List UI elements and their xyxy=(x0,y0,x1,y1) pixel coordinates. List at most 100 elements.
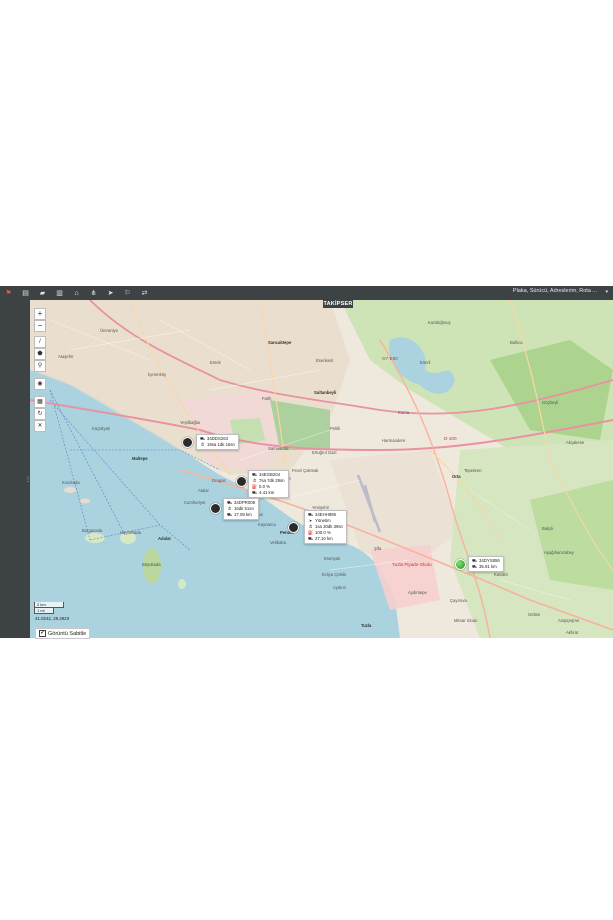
vehicle-popup[interactable]: ⛟ 34EHH985 ➤ Yönetim ⏱ 1sa 30dk 39sn ⛽ 100.0… xyxy=(304,510,347,544)
place-label: Aydıntepe xyxy=(408,590,427,595)
vehicle-marker[interactable] xyxy=(182,437,193,448)
draw-marker-button[interactable]: ⚲ xyxy=(34,360,46,372)
navigation-icon[interactable]: ➤ xyxy=(104,286,117,300)
place-label: Kurtdoğmuş xyxy=(428,320,451,325)
place-label: Aydınlı xyxy=(333,585,346,590)
place-label: Fatih xyxy=(262,396,272,401)
place-label: Ertuğrul Gazi xyxy=(312,450,337,455)
place-label: Yeşilbağlar xyxy=(180,420,201,425)
place-label: Kınalıada xyxy=(62,480,80,485)
clock-icon: ⏱ xyxy=(200,442,205,447)
place-label: Büyükada xyxy=(142,562,161,567)
truck-icon: ⛟ xyxy=(308,536,314,541)
vehicle-stat: 35.91 km xyxy=(479,564,497,569)
place-label: Burgazada xyxy=(82,528,103,533)
tracking-app: ⚑ ▤ ▰ ▥ ⌂ ⋔ ➤ ⚐ ⇄ Plaka, Sürücü, Adresle… xyxy=(0,286,613,638)
place-label: Tuzla xyxy=(361,623,372,628)
chevron-down-icon[interactable]: ▾ xyxy=(605,289,608,295)
map-canvas[interactable]: Kartal Maltepe Sancaktepe Sultanbeyli Pe… xyxy=(30,300,613,638)
truck-icon: ⛟ xyxy=(252,490,258,495)
vehicle-marker[interactable] xyxy=(455,559,466,570)
vehicle-popup[interactable]: ⛟ 34DPR008 ⏱ 16dk 51sn ⛟ 17.09 km xyxy=(223,498,260,520)
place-label: Tepeören xyxy=(464,468,482,473)
place-label: Tuzla Piyade Okulu xyxy=(392,562,432,567)
place-label: Emek xyxy=(210,360,221,365)
place-label: İçerenköy xyxy=(148,372,167,377)
road-shield-label: D-100 xyxy=(444,436,457,441)
locate-button[interactable]: ◉ xyxy=(34,378,46,390)
place-label: Heybeliada xyxy=(120,530,141,535)
graduation-cap-icon[interactable]: ⌂ xyxy=(70,286,83,300)
place-label: Velibaba xyxy=(270,540,287,545)
place-label: Esenkent xyxy=(316,358,334,363)
vehicle-stat: 27.10 km xyxy=(315,536,333,541)
sticky-view-label: Görüntü Sabitle xyxy=(48,630,87,637)
road-shield-label: O7-E80 xyxy=(382,356,398,361)
place-label: Kavaklı xyxy=(494,572,508,577)
network-icon[interactable]: ⋔ xyxy=(87,286,100,300)
place-label: Şifa xyxy=(374,546,382,551)
vehicle-popup[interactable]: ⛟ 34DDS263 ⏱ 19sa 1dk 16sn xyxy=(196,434,239,450)
place-label: Gebze xyxy=(528,612,541,617)
place-label: Akçakese xyxy=(566,440,585,445)
place-label: Atalar xyxy=(198,488,209,493)
place-label: Çayırova xyxy=(450,598,467,603)
place-label: Akfırat xyxy=(566,630,579,635)
place-label: Balçık xyxy=(542,526,554,531)
place-label: Ataşehir xyxy=(58,354,74,359)
place-label: Adalar xyxy=(158,536,172,541)
place-label: Kaynarca xyxy=(258,522,276,527)
folder-icon[interactable]: ▰ xyxy=(36,286,49,300)
place-label: Kurna xyxy=(398,410,410,415)
place-label: Esenyalı xyxy=(324,556,341,561)
place-label: Dragos xyxy=(212,478,226,483)
place-label: Emirli xyxy=(420,360,431,365)
place-label: Cumhuriyet xyxy=(184,500,206,505)
clear-button[interactable]: ✕ xyxy=(34,420,46,432)
vehicle-marker[interactable] xyxy=(236,476,247,487)
left-sidebar: ⋮ xyxy=(0,300,31,638)
vehicle-marker[interactable] xyxy=(210,503,221,514)
brand-title: TAKİPSER xyxy=(323,300,353,308)
place-label: Aşağıhamzabey xyxy=(544,550,575,555)
place-label: Pelitli xyxy=(330,426,341,431)
place-label: Fevzi Çakmak xyxy=(292,468,319,473)
settings-icon[interactable]: ⇄ xyxy=(138,286,151,300)
place-label: Sancaktepe xyxy=(268,340,292,345)
place-label: Maltepe xyxy=(132,456,148,461)
report-icon[interactable]: ▥ xyxy=(53,286,66,300)
place-label: Küçükyalı xyxy=(92,426,111,431)
map-basemap xyxy=(30,300,613,638)
place-label: Sultanbeyli xyxy=(314,390,337,395)
place-label: Ballıca xyxy=(510,340,523,345)
search-input[interactable]: Plaka, Sürücü, Adreslerim, Rota ... xyxy=(513,288,597,294)
place-label: Mimar Sinan xyxy=(454,618,478,623)
top-toolbar: ⚑ ▤ ▰ ▥ ⌂ ⋔ ➤ ⚐ ⇄ Plaka, Sürücü, Adresle… xyxy=(0,286,613,300)
truck-icon: ⛟ xyxy=(227,512,233,517)
place-label: Arapçeşme xyxy=(558,618,580,623)
zoom-in-button[interactable]: + xyxy=(34,308,46,320)
draw-polygon-button[interactable]: ⬟ xyxy=(34,348,46,360)
zoom-out-button[interactable]: − xyxy=(34,320,46,332)
place-label: Harmandere xyxy=(382,438,406,443)
coordinates-readout: 41.0242, 29.2923 xyxy=(35,616,70,621)
vehicle-popup[interactable]: ⛟ 34EGB204 ⏱ 7sa 7dk 29sn ⛽ 0.0 % ⛟ 4.41 km xyxy=(248,470,289,498)
place-label: Göçbeyli xyxy=(542,400,559,405)
truck-icon: ⛟ xyxy=(472,564,478,569)
checkbox[interactable]: ✔ xyxy=(39,630,46,637)
vehicle-marker[interactable] xyxy=(288,522,299,533)
refresh-button[interactable]: ↻ xyxy=(34,408,46,420)
sticky-view-toggle[interactable]: ✔ Görüntü Sabitle xyxy=(35,628,91,639)
flag-icon[interactable]: ⚑ xyxy=(2,286,15,300)
layers-button[interactable]: ▦ xyxy=(34,396,46,408)
document-icon[interactable]: ▤ xyxy=(19,286,32,300)
vehicle-stat: 19sa 1dk 16sn xyxy=(207,442,235,447)
vehicle-stat: 4.41 km xyxy=(259,490,275,495)
vehicle-popup[interactable]: ⛟ 34DYS856 ⛟ 35.91 km xyxy=(468,556,504,572)
place-label: Ümraniye xyxy=(100,328,118,333)
place-label: Samandıra xyxy=(268,446,289,451)
signpost-icon[interactable]: ⚐ xyxy=(121,286,134,300)
scale-mi: 1 mi xyxy=(34,608,54,614)
place-label: Evliya Çelebi xyxy=(322,572,347,577)
draw-line-button[interactable]: / xyxy=(34,336,46,348)
